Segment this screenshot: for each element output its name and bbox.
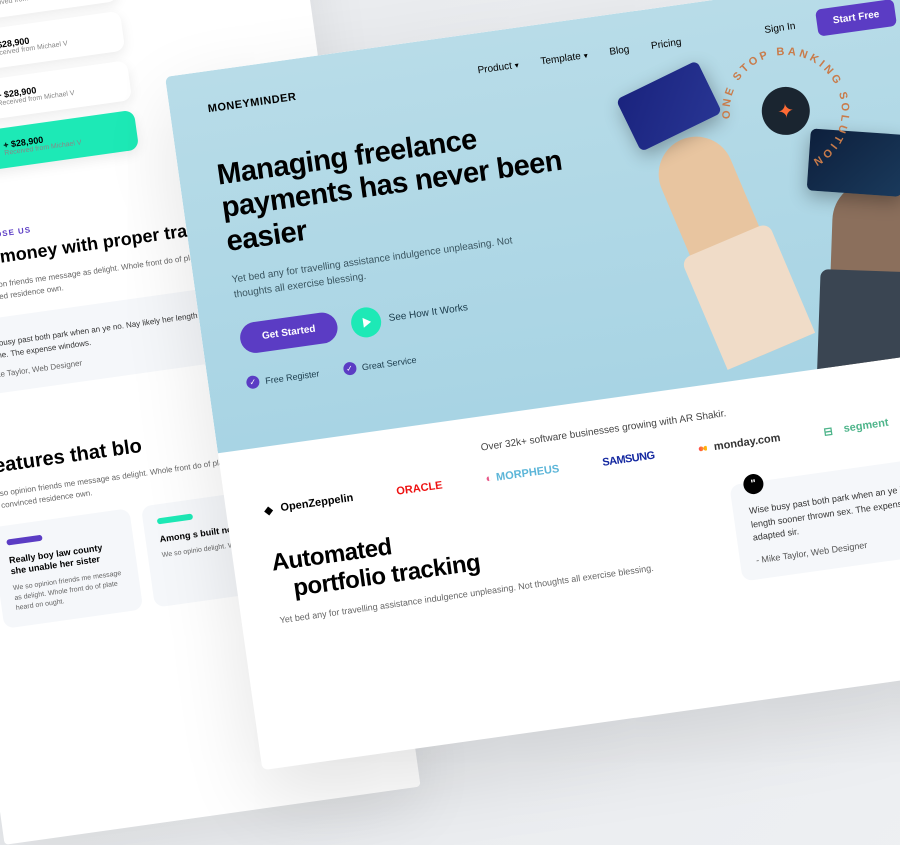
get-started-button[interactable]: Get Started [238, 311, 339, 355]
brand-oracle: ORACLE [396, 479, 444, 497]
brand-monday: monday.com [697, 432, 781, 455]
nav-label: Pricing [650, 37, 682, 52]
quote-icon: " [742, 473, 765, 496]
play-label: See How It Works [388, 302, 469, 324]
hand-illustration [827, 179, 900, 382]
nav-blog[interactable]: Blog [609, 44, 630, 58]
chevron-down-icon: ▾ [514, 61, 519, 70]
brand-segment: ⊟ segment [823, 416, 890, 438]
signin-link[interactable]: Sign In [764, 21, 796, 36]
nav-label: Product [477, 61, 513, 77]
nav-template[interactable]: Template▾ [540, 50, 589, 68]
nav-label: Blog [609, 44, 630, 58]
quote-text: Wise busy past both park when an ye like… [748, 477, 900, 545]
brand-samsung: SAMSUNG [602, 450, 656, 469]
accent-bar [157, 513, 193, 524]
circular-badge: ONE STOP BANKING SOLUTION [707, 32, 865, 190]
nav-label: Template [540, 51, 582, 68]
start-free-button[interactable]: Start Free [815, 0, 897, 37]
testimonial-card: " Wise busy past both park when an ye li… [729, 453, 900, 581]
play-video-button[interactable]: See How It Works [349, 293, 470, 339]
check-icon: ✓ [246, 375, 261, 390]
logo[interactable]: MONEYMINDER [207, 90, 297, 114]
check-icon: ✓ [342, 361, 357, 376]
chevron-down-icon: ▾ [583, 51, 588, 60]
nav-product[interactable]: Product▾ [477, 60, 520, 77]
hero-title: Managing freelance payments has never be… [215, 110, 585, 259]
nav-pricing[interactable]: Pricing [650, 37, 682, 52]
brand-morpheus: ◐MORPHEUS [485, 463, 560, 485]
notif-from: Received from Michael V [0, 0, 61, 8]
tick-label: Great Service [361, 354, 417, 372]
feature-tick: ✓ Great Service [342, 353, 417, 376]
main-page: MONEYMINDER Product▾ Template▾ Blog Pric… [165, 0, 900, 770]
accent-bar [6, 534, 42, 545]
brand-openzeppelin: OpenZeppelin [263, 491, 354, 516]
notification-active: + $28,900Received from Michael V [0, 110, 139, 175]
tick-label: Free Register [265, 368, 320, 385]
feature-card: Really boy law county she unable her sis… [0, 508, 143, 629]
feature-tick: ✓ Free Register [246, 366, 321, 389]
play-icon [349, 305, 383, 339]
